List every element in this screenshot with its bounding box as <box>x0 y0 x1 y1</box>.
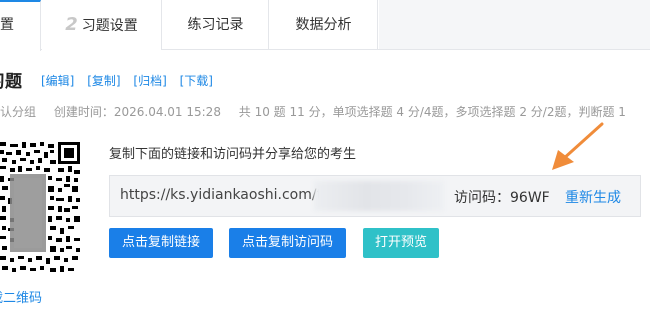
qr-code <box>0 140 80 276</box>
question-summary: 共 10 题 11 分，单项选择题 4 分/4题，多项选择题 2 分/2题，判断… <box>238 105 626 119</box>
tab-data-analysis[interactable]: 数据分析 <box>270 0 378 50</box>
tab-settings-label: 设置 <box>0 17 14 33</box>
tab-question-settings-label: 习题设置 <box>81 18 138 34</box>
annotation-arrow-icon <box>552 122 604 170</box>
title-actions: [编辑] [复制] [归档] [下载] <box>41 72 222 89</box>
edit-link[interactable]: [编辑] <box>41 74 74 88</box>
tab-settings[interactable]: 设置 <box>0 0 41 51</box>
tab-practice-records[interactable]: 练习记录 <box>163 0 269 50</box>
regenerate-link[interactable]: 重新生成 <box>565 187 621 207</box>
copy-link-button[interactable]: 点击复制链接 <box>109 228 213 258</box>
created-time: 创建时间：2026.04.01 15:28 <box>53 105 221 119</box>
download-qr-link[interactable]: 载二维码 <box>0 287 42 306</box>
tab-practice-records-label: 练习记录 <box>187 17 244 33</box>
archive-link[interactable]: [归档] <box>133 74 166 88</box>
step-number: 2 <box>65 14 78 35</box>
copy-link[interactable]: [复制] <box>87 74 120 88</box>
share-hint: 复制下面的链接和访问码并分享给您的考生 <box>109 147 357 162</box>
page-title: 习题 <box>0 72 22 92</box>
tab-question-settings[interactable]: 2 习题设置 <box>42 0 162 50</box>
group-label: 默认分组 <box>0 105 37 119</box>
share-url: https://ks.yidiankaoshi.com/t <box>120 187 323 203</box>
tab-bar: 设置 2习题设置 练习记录 数据分析 <box>0 0 650 51</box>
download-link[interactable]: [下载] <box>180 74 213 88</box>
copy-access-code-button[interactable]: 点击复制访问码 <box>229 228 346 258</box>
open-preview-button[interactable]: 打开预览 <box>363 228 439 258</box>
share-link-box: https://ks.yidiankaoshi.com/t 访问码：96WF 重… <box>109 175 641 217</box>
tab-bar-filler <box>379 0 650 49</box>
tab-data-analysis-label: 数据分析 <box>295 17 352 33</box>
exercise-meta: 默认分组 创建时间：2026.04.01 15:28 共 10 题 11 分，单… <box>0 103 640 120</box>
url-redaction <box>314 181 444 211</box>
access-code: 访问码：96WF <box>454 190 550 206</box>
